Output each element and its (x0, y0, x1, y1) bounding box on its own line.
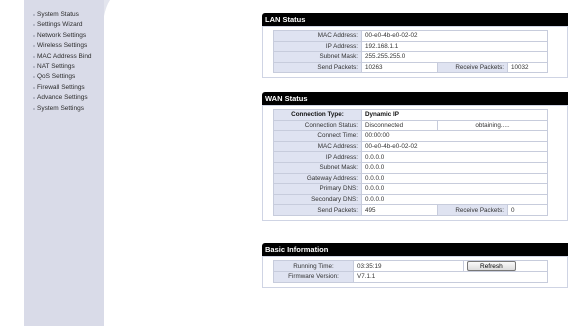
wan-dns1-value: 0.0.0.0 (361, 183, 548, 195)
wan-recv-value: 0 (507, 204, 548, 216)
wan-type-label: Connection Type: (273, 109, 362, 121)
refresh-button[interactable]: Refresh (467, 261, 516, 271)
wan-send-label: Send Packets: (273, 204, 362, 216)
lan-mask-label: Subnet Mask: (273, 51, 362, 63)
sidebar-item-wireless-settings[interactable]: Wireless Settings (33, 41, 92, 51)
wan-ip-value: 0.0.0.0 (361, 151, 548, 163)
table-row: Subnet Mask: 0.0.0.0 (273, 161, 548, 174)
lan-status-title: LAN Status (262, 13, 568, 26)
lan-send-value: 10263 (361, 61, 438, 74)
lan-status-section: LAN Status MAC Address: 00-e0-4b-e0-02-0… (262, 13, 568, 79)
wan-recv-label: Receive Packets: (437, 204, 508, 216)
wan-status-label: Connection Status: (273, 119, 362, 132)
wan-gateway-label: Gateway Address: (273, 172, 362, 185)
table-row: Connect Time: 00:00:00 (273, 130, 548, 142)
sidebar-menu: System Status Settings Wizard Network Se… (33, 10, 92, 114)
refresh-cell: Refresh (463, 260, 548, 272)
wan-dns1-label: Primary DNS: (273, 183, 362, 195)
lan-recv-value: 10032 (507, 61, 548, 74)
wan-status-extra: obtaining..... (437, 119, 548, 132)
wan-gateway-value: 0.0.0.0 (361, 172, 548, 185)
wan-status-title: WAN Status (262, 92, 568, 105)
lan-mac-label: MAC Address: (273, 30, 362, 42)
wan-mask-value: 0.0.0.0 (361, 161, 548, 174)
wan-status-box: Connection Type: Dynamic IP Connection S… (262, 105, 568, 221)
firmware-version-value: V7.1.1 (353, 271, 548, 283)
table-row: Connection Type: Dynamic IP (273, 109, 548, 121)
lan-mask-value: 255.255.255.0 (361, 51, 548, 63)
table-row: MAC Address: 00-e0-4b-e0-02-02 (273, 140, 548, 153)
table-row: Secondary DNS: 0.0.0.0 (273, 193, 548, 206)
lan-recv-label: Receive Packets: (437, 61, 508, 74)
sidebar-item-mac-address-bind[interactable]: MAC Address Bind (33, 52, 92, 62)
lan-status-table: MAC Address: 00-e0-4b-e0-02-02 IP Addres… (273, 30, 548, 74)
lan-mac-value: 00-e0-4b-e0-02-02 (361, 30, 548, 42)
table-row: Primary DNS: 0.0.0.0 (273, 183, 548, 195)
basic-info-box: Running Time: 03:35:19 Refresh Firmware … (262, 256, 568, 288)
wan-type-value: Dynamic IP (361, 109, 548, 121)
lan-send-label: Send Packets: (273, 61, 362, 74)
table-row: Send Packets: 495 Receive Packets: 0 (273, 204, 548, 216)
lan-ip-label: IP Address: (273, 40, 362, 53)
wan-mac-value: 00-e0-4b-e0-02-02 (361, 140, 548, 153)
wan-time-label: Connect Time: (273, 130, 362, 142)
wan-send-value: 495 (361, 204, 438, 216)
basic-info-section: Basic Information Running Time: 03:35:19… (262, 243, 568, 288)
sidebar-item-advance-settings[interactable]: Advance Settings (33, 93, 92, 103)
running-time-label: Running Time: (273, 260, 354, 272)
running-time-value: 03:35:19 (353, 260, 464, 272)
wan-status-table: Connection Type: Dynamic IP Connection S… (273, 109, 548, 216)
table-row: Running Time: 03:35:19 Refresh (273, 260, 548, 272)
wan-dns2-label: Secondary DNS: (273, 193, 362, 206)
wan-ip-label: IP Address: (273, 151, 362, 163)
table-row: IP Address: 192.168.1.1 (273, 40, 548, 53)
lan-status-box: MAC Address: 00-e0-4b-e0-02-02 IP Addres… (262, 26, 568, 79)
basic-info-title: Basic Information (262, 243, 568, 256)
table-row: Subnet Mask: 255.255.255.0 (273, 51, 548, 63)
wan-mac-label: MAC Address: (273, 140, 362, 153)
sidebar-corner-decoration (104, 0, 114, 16)
sidebar-item-system-status[interactable]: System Status (33, 10, 92, 20)
table-row: Connection Status: Disconnected obtainin… (273, 119, 548, 132)
table-row: Gateway Address: 0.0.0.0 (273, 172, 548, 185)
firmware-version-label: Firmware Version: (273, 271, 354, 283)
sidebar-item-qos-settings[interactable]: QoS Settings (33, 72, 92, 82)
sidebar-item-firewall-settings[interactable]: Firewall Settings (33, 83, 92, 93)
table-row: IP Address: 0.0.0.0 (273, 151, 548, 163)
basic-info-table: Running Time: 03:35:19 Refresh Firmware … (273, 260, 548, 283)
sidebar-item-network-settings[interactable]: Network Settings (33, 31, 92, 41)
wan-dns2-value: 0.0.0.0 (361, 193, 548, 206)
lan-ip-value: 192.168.1.1 (361, 40, 548, 53)
table-row: Send Packets: 10263 Receive Packets: 100… (273, 61, 548, 74)
wan-mask-label: Subnet Mask: (273, 161, 362, 174)
wan-status-value: Disconnected (361, 119, 438, 132)
table-row: MAC Address: 00-e0-4b-e0-02-02 (273, 30, 548, 42)
wan-time-value: 00:00:00 (361, 130, 548, 142)
sidebar-item-nat-settings[interactable]: NAT Settings (33, 62, 92, 72)
sidebar-item-system-settings[interactable]: System Settings (33, 104, 92, 114)
sidebar-item-settings-wizard[interactable]: Settings Wizard (33, 20, 92, 30)
wan-status-section: WAN Status Connection Type: Dynamic IP C… (262, 92, 568, 221)
table-row: Firmware Version: V7.1.1 (273, 271, 548, 283)
